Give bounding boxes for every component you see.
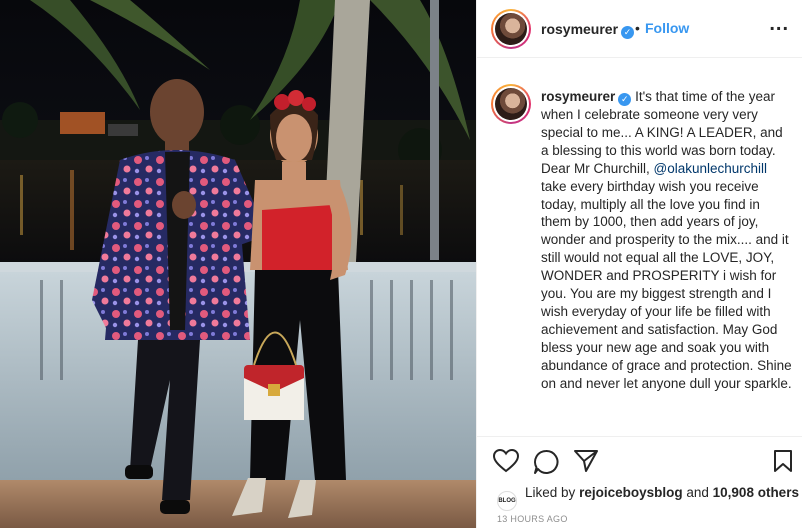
post-image xyxy=(0,0,476,528)
more-options-icon[interactable]: ... xyxy=(769,13,789,36)
post-photo[interactable] xyxy=(0,0,476,528)
share-icon[interactable] xyxy=(573,449,599,478)
heart-icon[interactable] xyxy=(492,448,520,478)
likes-prefix: Liked by xyxy=(525,485,576,500)
separator-dot: • xyxy=(635,20,640,36)
caption-author-avatar[interactable] xyxy=(491,84,531,124)
post-timestamp[interactable]: 13 HOURS AGO xyxy=(497,514,568,524)
likes-conjunction: and xyxy=(686,485,709,500)
liker-username[interactable]: rejoiceboysblog xyxy=(579,485,683,500)
comment-icon[interactable] xyxy=(533,449,559,480)
follow-button[interactable]: Follow xyxy=(645,20,689,36)
bookmark-icon[interactable] xyxy=(773,449,793,478)
caption-greeting: Dear Mr Churchill, xyxy=(541,160,650,176)
verified-badge-icon: ✓ xyxy=(621,26,635,39)
caption-username[interactable]: rosymeurer xyxy=(541,89,615,104)
author-avatar[interactable] xyxy=(491,9,531,49)
post-side-panel: rosymeurer ✓ • Follow ... rosymeurer ✓ It'… xyxy=(476,0,802,528)
caption-text: rosymeurer ✓ It's that time of the year w… xyxy=(541,88,793,393)
caption-section: rosymeurer ✓ It's that time of the year w… xyxy=(477,84,802,436)
post-actions: BLOG Liked by rejoiceboysblog and 10,908 … xyxy=(477,436,802,528)
post-header: rosymeurer ✓ • Follow ... xyxy=(477,0,802,58)
likes-summary: BLOG Liked by rejoiceboysblog and 10,908 … xyxy=(497,485,799,511)
caption-body-2: take every birthday wish you receive tod… xyxy=(541,178,792,391)
author-username[interactable]: rosymeurer ✓ xyxy=(541,21,635,39)
author-username-text[interactable]: rosymeurer xyxy=(541,21,618,37)
liker-avatar[interactable]: BLOG xyxy=(497,491,517,511)
likes-count-link[interactable]: 10,908 others xyxy=(713,485,799,500)
caption-mention-link[interactable]: @olakunlechurchill xyxy=(654,161,768,176)
verified-badge-icon: ✓ xyxy=(618,93,632,106)
